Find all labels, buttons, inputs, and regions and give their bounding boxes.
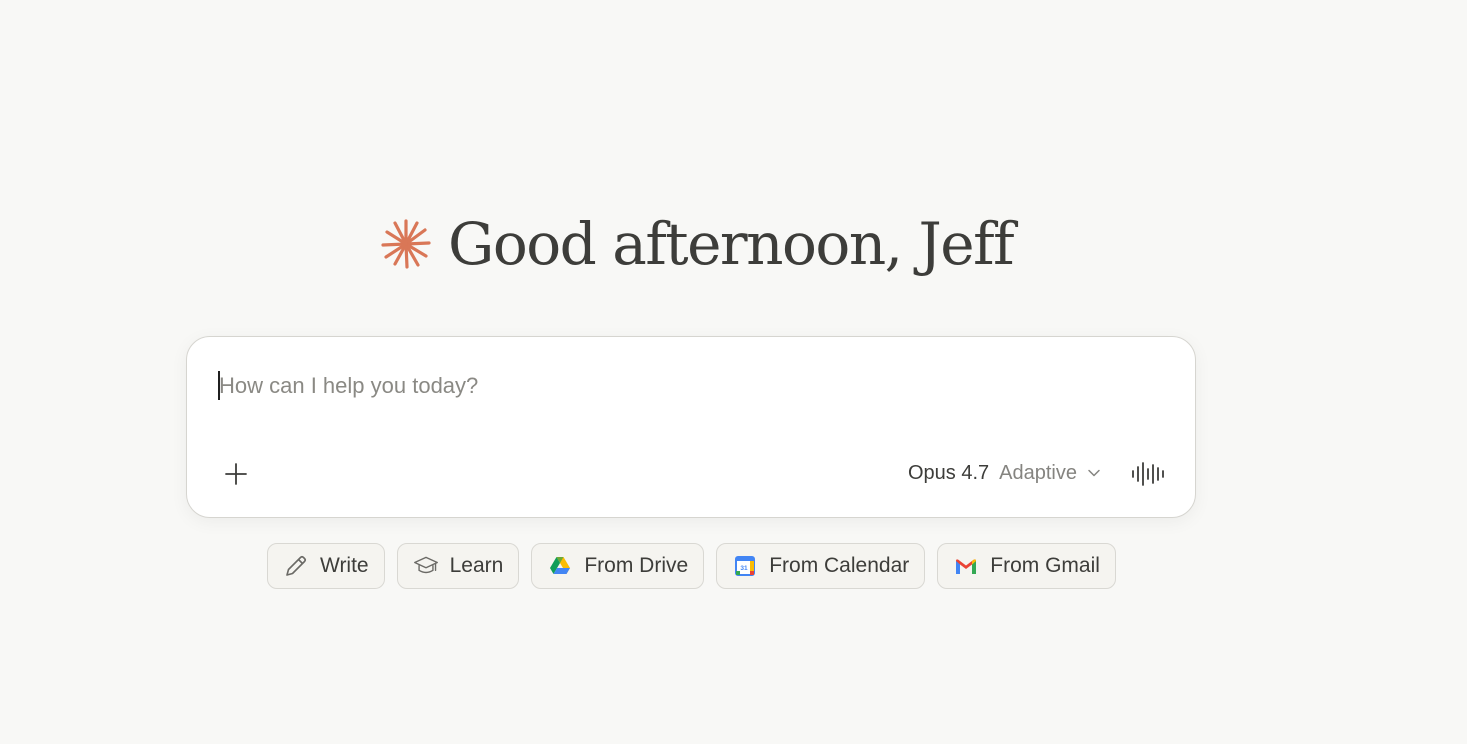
chip-label: From Drive (584, 554, 689, 577)
pencil-icon (283, 553, 309, 579)
starburst-icon (380, 218, 432, 270)
graduation-cap-icon (413, 553, 439, 579)
google-calendar-icon: 31 (732, 553, 758, 579)
from-drive-chip[interactable]: From Drive (531, 543, 705, 589)
google-drive-icon (547, 553, 573, 579)
voice-mode-button[interactable] (1129, 455, 1167, 493)
model-name: Opus 4.7 (907, 461, 990, 484)
chip-label: From Gmail (990, 554, 1100, 577)
learn-chip[interactable]: Learn (396, 543, 520, 589)
chip-label: From Calendar (769, 554, 910, 577)
chevron-down-icon (1088, 469, 1100, 477)
write-chip[interactable]: Write (267, 543, 385, 589)
chat-input[interactable] (219, 370, 1119, 402)
chip-label: Write (320, 554, 369, 577)
model-selector[interactable]: Opus 4.7 Adaptive (908, 457, 1101, 489)
from-calendar-chip[interactable]: 31 From Calendar (716, 543, 926, 589)
model-mode: Adaptive (999, 461, 1077, 484)
page: Good afternoon, Jeff Opus 4.7 Adaptive (0, 0, 1467, 744)
voice-waveform-icon (1132, 462, 1164, 486)
quick-actions: Write Learn From Drive 31 From Calendar … (267, 543, 1116, 589)
greeting: Good afternoon, Jeff (380, 206, 1015, 282)
chat-composer: Opus 4.7 Adaptive (186, 336, 1196, 518)
greeting-title: Good afternoon, Jeff (448, 210, 1015, 278)
plus-icon (225, 463, 247, 485)
gmail-icon (953, 553, 979, 579)
add-attachment-button[interactable] (217, 455, 255, 493)
svg-text:31: 31 (741, 565, 749, 572)
chip-label: Learn (449, 554, 504, 577)
from-gmail-chip[interactable]: From Gmail (937, 543, 1116, 589)
